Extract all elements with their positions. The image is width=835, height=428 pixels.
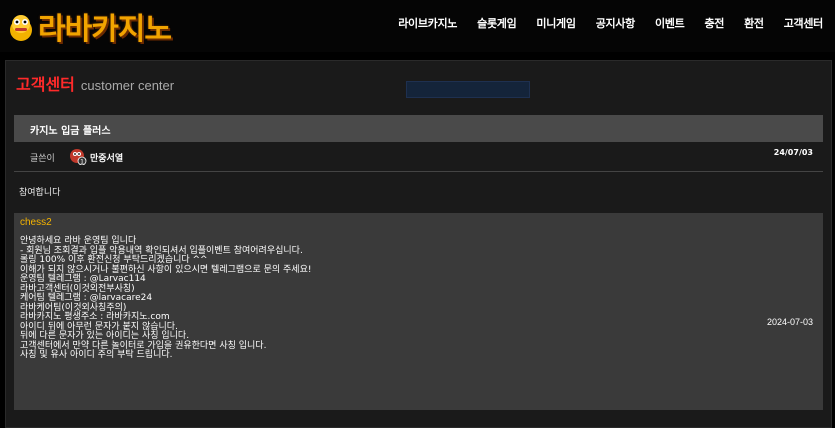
post-date: 24/07/03 bbox=[773, 148, 813, 157]
content-panel: 고객센터 customer center 카지노 입금 플러스 글쓴이 1 만중… bbox=[5, 60, 832, 428]
nav-slot-game[interactable]: 슬롯게임 bbox=[477, 15, 517, 31]
nav-withdraw[interactable]: 환전 bbox=[744, 15, 764, 31]
nav-customer-center[interactable]: 고객센터 bbox=[784, 15, 824, 31]
post-title-bar: 카지노 입금 플러스 bbox=[14, 115, 823, 142]
page-title-kr: 고객센터 bbox=[16, 75, 75, 94]
reply-line: 사칭 및 유사 아이디 주의 부탁 드립니다. bbox=[20, 350, 173, 360]
top-navbar: 라바카지노 라이브카지노 슬롯게임 미니게임 공지사항 이벤트 충전 환전 고객… bbox=[0, 0, 835, 52]
reply-author: chess2 bbox=[20, 217, 52, 228]
page-title-en: customer center bbox=[80, 78, 175, 93]
logo-text: 라바카지노 bbox=[38, 12, 172, 47]
floating-widget bbox=[406, 81, 530, 98]
page-title: 고객센터 customer center bbox=[16, 71, 174, 95]
nav-notice[interactable]: 공지사항 bbox=[596, 15, 636, 31]
post-meta: 글쓴이 1 만중서열 24/07/03 bbox=[14, 142, 823, 172]
reply-date: 2024-07-03 bbox=[766, 317, 813, 327]
nav-live-casino[interactable]: 라이브카지노 bbox=[398, 15, 457, 31]
post-title: 카지노 입금 플러스 bbox=[30, 126, 111, 137]
main-nav: 라이브카지노 슬롯게임 미니게임 공지사항 이벤트 충전 환전 고객센터 bbox=[378, 15, 823, 31]
author-label: 글쓴이 bbox=[30, 154, 55, 164]
nav-deposit[interactable]: 충전 bbox=[704, 15, 724, 31]
reply-box: chess2 안녕하세요 라바 운영팀 입니다 - 회원님 조회결과 입플 악용… bbox=[14, 213, 823, 410]
post-content: 참여합니다 bbox=[19, 188, 61, 198]
larva-mascot-icon bbox=[10, 15, 32, 41]
avatar-icon: 1 bbox=[70, 149, 87, 166]
nav-event[interactable]: 이벤트 bbox=[655, 15, 685, 31]
author-name[interactable]: 만중서열 bbox=[90, 151, 123, 164]
svg-text:1: 1 bbox=[80, 159, 84, 166]
reply-content: 안녕하세요 라바 운영팀 입니다 - 회원님 조회결과 입플 악용내역 확인되셔… bbox=[20, 236, 720, 361]
nav-mini-game[interactable]: 미니게임 bbox=[536, 15, 576, 31]
site-logo[interactable]: 라바카지노 bbox=[6, 6, 172, 47]
